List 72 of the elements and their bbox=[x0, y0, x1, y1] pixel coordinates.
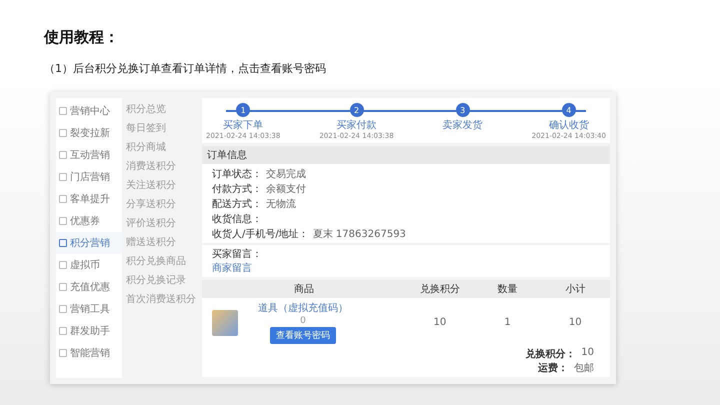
menu-icon bbox=[59, 173, 67, 181]
submenu-item[interactable]: 关注送积分 bbox=[126, 176, 202, 195]
total-value: 10 bbox=[581, 347, 594, 360]
table-cell-text: 10 bbox=[432, 317, 448, 328]
submenu-item[interactable]: 积分总览 bbox=[126, 100, 202, 119]
product-link[interactable]: 道具（虚拟充值码） bbox=[258, 301, 348, 315]
submenu-item[interactable]: 首次消费送积分 bbox=[126, 290, 202, 309]
menu-icon bbox=[59, 261, 67, 269]
submenu-item[interactable]: 消费送积分 bbox=[126, 157, 202, 176]
sidebar-item[interactable]: 群发助手 bbox=[56, 320, 122, 342]
field-value: 夏末 17863267593 bbox=[312, 228, 406, 240]
instruction-text: （1）后台积分兑换订单查看订单详情，点击查看账号密码 bbox=[44, 61, 327, 76]
field-value: 无物流 bbox=[266, 198, 296, 210]
menu-icon bbox=[59, 129, 67, 137]
submenu-item[interactable]: 积分兑换商品 bbox=[126, 252, 202, 271]
table-cell-text: 1 bbox=[503, 317, 512, 328]
sidebar-item[interactable]: 门店营销 bbox=[56, 166, 122, 188]
field-label: 买家留言： bbox=[212, 248, 263, 261]
sidebar-item[interactable]: 积分营销 bbox=[56, 232, 122, 254]
submenu-item[interactable]: 积分兑换记录 bbox=[126, 271, 202, 290]
field-label: 收货信息： bbox=[212, 212, 262, 226]
product-image-placeholder bbox=[212, 310, 238, 336]
total-label: 运费： bbox=[538, 362, 568, 375]
page-title: 使用教程： bbox=[44, 28, 120, 47]
field-value: 交易完成 bbox=[266, 168, 306, 180]
sidebar-item[interactable]: 充值优惠 bbox=[56, 276, 122, 298]
menu-icon bbox=[59, 349, 67, 357]
step-number: 3 bbox=[456, 103, 470, 117]
column-header: 商品 bbox=[293, 282, 315, 296]
submenu-item[interactable]: 赠送送积分 bbox=[126, 233, 202, 252]
submenu-item[interactable]: 分享送积分 bbox=[126, 195, 202, 214]
field-label: 配送方式： bbox=[212, 198, 262, 210]
step-label: 确认收货 bbox=[548, 119, 589, 132]
step-label: 买家付款 bbox=[336, 118, 376, 132]
sidebar-item[interactable]: 裂变拉新 bbox=[56, 122, 122, 144]
sidebar-item[interactable]: 优惠券 bbox=[56, 210, 122, 232]
menu-icon bbox=[59, 151, 67, 159]
table-cell: 0 bbox=[300, 316, 306, 326]
menu-icon bbox=[59, 283, 67, 291]
menu-icon bbox=[59, 195, 67, 203]
field-value: 余额支付 bbox=[266, 182, 306, 196]
sidebar-item[interactable]: 互动营销 bbox=[56, 144, 122, 166]
note-link[interactable]: 商家留言 bbox=[212, 261, 600, 275]
step-label: 买家下单 bbox=[223, 118, 264, 132]
column-header: 小计 bbox=[564, 282, 586, 296]
sidebar-item[interactable]: 虚拟币 bbox=[56, 254, 122, 276]
field-label: 付款方式： bbox=[212, 182, 262, 196]
submenu-item[interactable]: 每日签到 bbox=[126, 119, 202, 138]
sidebar-item[interactable]: 智能营销 bbox=[56, 342, 122, 364]
sidebar-item[interactable]: 营销工具 bbox=[56, 298, 122, 320]
submenu-item[interactable]: 评价送积分 bbox=[126, 214, 202, 233]
column-header: 兑换积分 bbox=[418, 282, 461, 296]
step-number: 1 bbox=[236, 103, 250, 117]
sidebar-item[interactable]: 营销中心 bbox=[56, 100, 122, 122]
view-password-button[interactable]: 查看账号密码 bbox=[270, 327, 336, 344]
step-number: 4 bbox=[562, 103, 576, 117]
menu-icon bbox=[59, 217, 67, 225]
menu-icon bbox=[59, 327, 67, 335]
sidebar-item[interactable]: 客单提升 bbox=[56, 188, 122, 210]
field-label: 订单状态： bbox=[212, 168, 262, 180]
field-label: 收货人/手机号/地址： bbox=[212, 228, 309, 240]
total-label: 兑换积分： bbox=[525, 348, 576, 361]
total-value: 包邮 bbox=[574, 362, 594, 375]
step-label: 卖家发货 bbox=[442, 118, 483, 132]
section-header: 订单信息 bbox=[202, 146, 610, 164]
menu-icon bbox=[59, 107, 67, 115]
column-header: 数量 bbox=[496, 283, 519, 296]
table-cell-text: 10 bbox=[568, 317, 583, 328]
submenu-item[interactable]: 积分商城 bbox=[126, 138, 202, 157]
menu-icon bbox=[59, 239, 67, 247]
menu-icon bbox=[59, 305, 67, 313]
step-number: 2 bbox=[350, 103, 364, 117]
